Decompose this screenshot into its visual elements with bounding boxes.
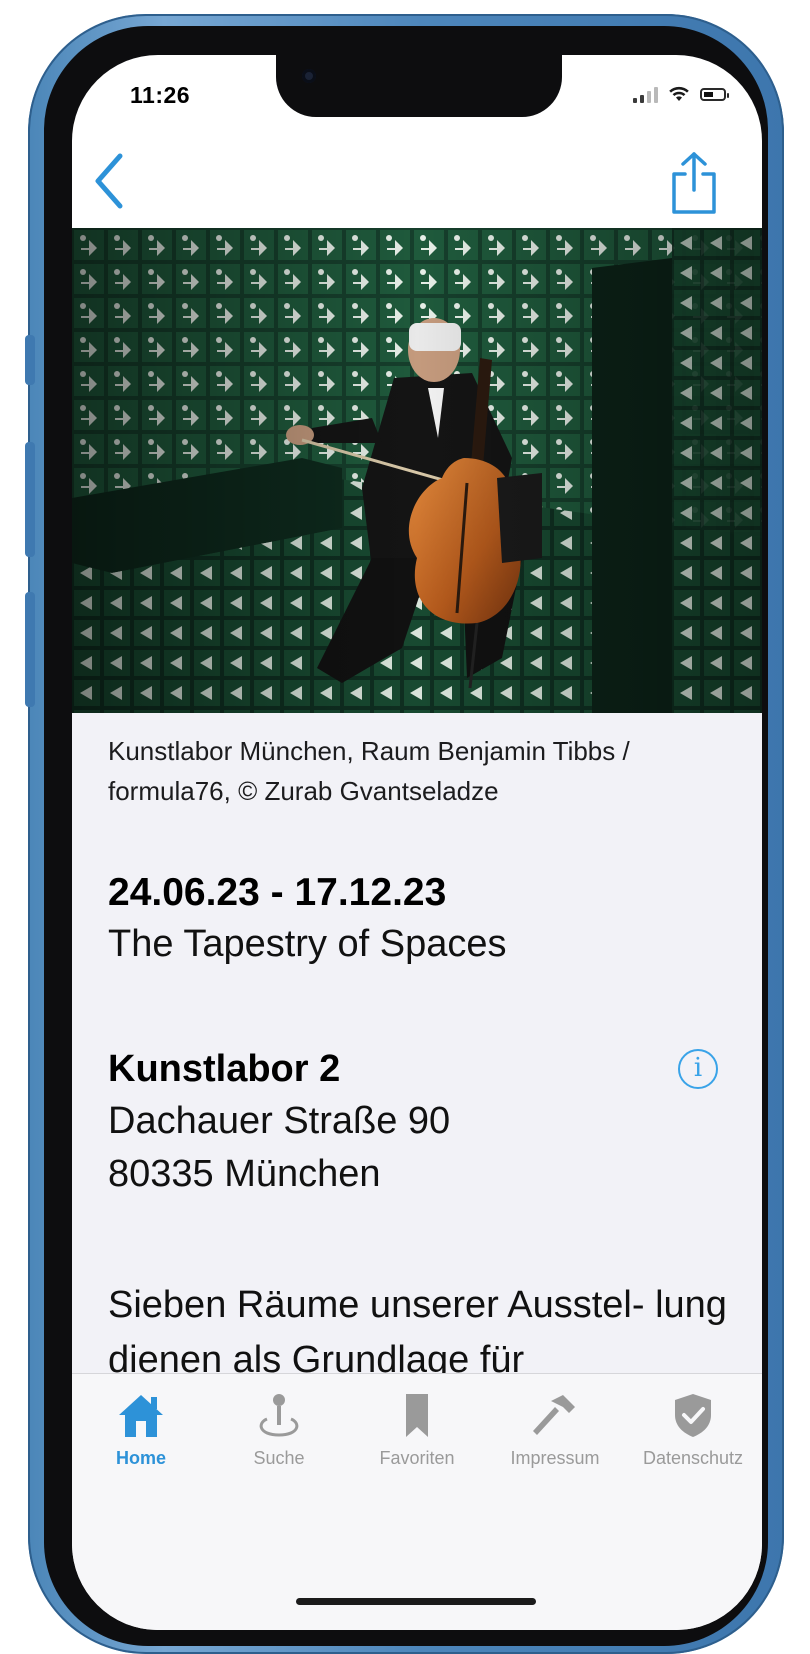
tab-label: Datenschutz bbox=[642, 1448, 744, 1468]
volume-up-button bbox=[25, 442, 35, 557]
share-icon bbox=[672, 152, 716, 214]
mute-switch bbox=[25, 335, 35, 385]
shield-icon bbox=[675, 1394, 711, 1437]
hammer-icon bbox=[533, 1395, 575, 1435]
home-indicator[interactable] bbox=[296, 1598, 536, 1605]
venue-city: 80335 München bbox=[108, 1153, 381, 1195]
info-icon: i bbox=[693, 1053, 703, 1083]
notch bbox=[276, 55, 562, 117]
battery-icon bbox=[700, 87, 729, 101]
info-button[interactable]: i bbox=[678, 1049, 718, 1089]
event-description: Sieben Räume unserer Ausstel- lung diene… bbox=[108, 1284, 727, 1381]
venue-street: Dachauer Straße 90 bbox=[108, 1100, 451, 1142]
venue-name: Kunstlabor 2 bbox=[108, 1048, 341, 1090]
front-camera bbox=[302, 69, 316, 83]
chevron-left-icon bbox=[95, 153, 123, 209]
tab-suche[interactable]: Suche bbox=[210, 1390, 348, 1476]
tab-home[interactable]: Home bbox=[72, 1390, 210, 1476]
house-icon bbox=[119, 1395, 163, 1437]
cellular-signal-icon bbox=[633, 85, 658, 103]
tab-favoriten[interactable]: Favoriten bbox=[348, 1390, 486, 1476]
event-date-range: 24.06.23 - 17.12.23 bbox=[108, 871, 447, 914]
event-title: The Tapestry of Spaces bbox=[108, 923, 507, 965]
screen: 11:26 Kunstlabor München, Raum Benjamin … bbox=[72, 55, 762, 1630]
image-caption: Kunstlabor München, Raum Benjamin Tibbs … bbox=[108, 736, 630, 806]
map-pin-icon bbox=[259, 1394, 299, 1437]
back-button[interactable] bbox=[90, 150, 130, 212]
tab-bar: Home Suche Favoriten Impressum Datenschu… bbox=[72, 1373, 762, 1630]
hero-image[interactable] bbox=[72, 228, 762, 713]
wifi-icon bbox=[669, 86, 689, 101]
tab-datenschutz[interactable]: Datenschutz bbox=[624, 1390, 762, 1476]
share-button[interactable] bbox=[666, 150, 722, 216]
tab-label: Home bbox=[115, 1448, 166, 1468]
status-icons bbox=[633, 85, 729, 103]
bookmark-icon bbox=[406, 1394, 428, 1437]
tab-label: Favoriten bbox=[379, 1448, 455, 1468]
tab-label: Suche bbox=[253, 1448, 305, 1468]
volume-down-button bbox=[25, 592, 35, 707]
detail-content: Kunstlabor München, Raum Benjamin Tibbs … bbox=[72, 713, 762, 1381]
status-time: 11:26 bbox=[130, 82, 191, 108]
tab-label: Impressum bbox=[510, 1448, 600, 1468]
tab-impressum[interactable]: Impressum bbox=[486, 1390, 624, 1476]
